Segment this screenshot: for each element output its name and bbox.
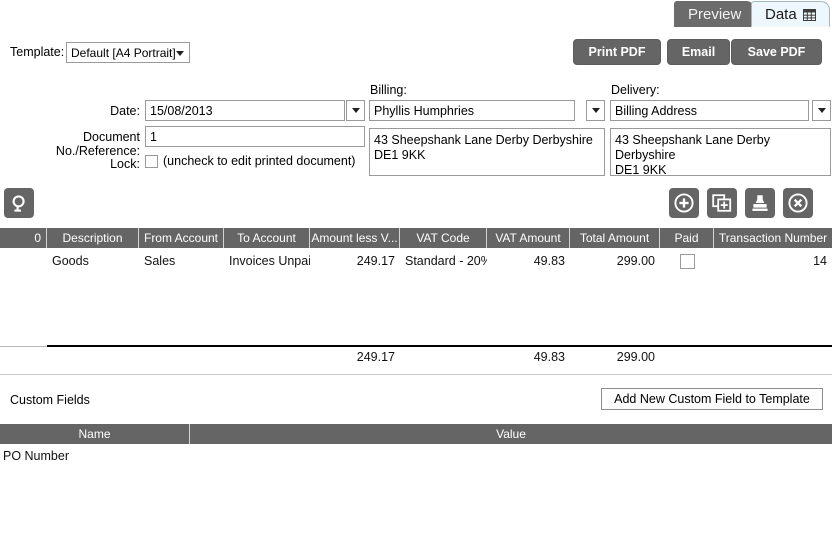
col-header-name[interactable]: Name (0, 424, 190, 444)
col-header-vat-code[interactable]: VAT Code (400, 228, 487, 248)
cell-from-account[interactable]: Sales (139, 248, 224, 274)
transactions-grid-header: 0 Description From Account To Account Am… (0, 228, 832, 248)
billing-contact-input[interactable]: Phyllis Humphries (369, 100, 575, 121)
col-header-total-amount[interactable]: Total Amount (570, 228, 660, 248)
billing-label: Billing: (370, 83, 407, 97)
cell-description[interactable]: Goods (47, 248, 139, 274)
lock-label: Lock: (110, 157, 140, 171)
billing-address-textarea[interactable]: 43 Sheepshank Lane Derby Derbyshire DE1 … (369, 128, 605, 176)
col-header-transaction-number[interactable]: Transaction Number (714, 228, 832, 248)
custom-fields-label: Custom Fields (10, 393, 90, 407)
chevron-down-icon (176, 51, 184, 56)
template-label: Template: (10, 45, 65, 59)
print-pdf-button[interactable]: Print PDF (573, 39, 661, 65)
duplicate-icon[interactable] (707, 188, 737, 218)
cell-vat-amount[interactable]: 49.83 (487, 248, 570, 274)
document-number-label: Document No./Reference: (55, 130, 140, 158)
tab-preview[interactable]: Preview (674, 1, 756, 27)
cell-vat-code[interactable]: Standard - 20% (400, 248, 487, 274)
col-header-from-account[interactable]: From Account (139, 228, 224, 248)
table-row[interactable]: Goods Sales Invoices Unpaid 249.17 Stand… (0, 248, 832, 274)
cell-paid[interactable] (660, 248, 714, 274)
totals-row: 249.17 49.83 299.00 (0, 347, 832, 367)
col-header-paid[interactable]: Paid (660, 228, 714, 248)
lock-checkbox[interactable] (145, 155, 158, 168)
search-icon[interactable] (4, 188, 34, 218)
document-number-input[interactable]: 1 (145, 126, 365, 147)
delete-circle-icon[interactable] (783, 188, 813, 218)
email-button[interactable]: Email (667, 39, 730, 65)
delivery-label: Delivery: (611, 83, 660, 97)
tab-data-label: Data (765, 5, 797, 23)
delivery-dropdown-button[interactable] (812, 100, 831, 121)
col-header-value[interactable]: Value (190, 424, 832, 444)
date-dropdown-button[interactable] (346, 100, 365, 121)
tabstrip: Preview Data (0, 0, 832, 27)
delivery-address-textarea[interactable]: 43 Sheepshank Lane Derby Derbyshire DE1 … (610, 128, 831, 176)
lock-hint-text: (uncheck to edit printed document) (163, 154, 356, 168)
tab-preview-label: Preview (688, 5, 742, 23)
total-total-amount: 299.00 (616, 350, 655, 364)
custom-field-name[interactable]: PO Number (0, 446, 190, 466)
add-custom-field-button[interactable]: Add New Custom Field to Template (601, 388, 823, 410)
add-circle-icon[interactable] (669, 188, 699, 218)
tab-data[interactable]: Data (751, 1, 830, 27)
col-header-to-account[interactable]: To Account (224, 228, 310, 248)
template-select-value: Default [A4 Portrait] (71, 45, 176, 60)
total-amount-less-vat: 249.17 (356, 350, 395, 364)
col-header-description[interactable]: Description (47, 228, 139, 248)
total-vat-amount: 49.83 (533, 350, 565, 364)
billing-dropdown-button[interactable] (586, 100, 605, 121)
cell-transaction-number[interactable]: 14 (714, 248, 832, 274)
date-label: Date: (110, 104, 140, 118)
chevron-down-icon (591, 108, 600, 113)
delivery-contact-input[interactable]: Billing Address (610, 100, 809, 121)
invoice-data-screen: Preview Data Template: Default [A4 Portr… (0, 0, 832, 543)
col-header-index[interactable]: 0 (0, 228, 47, 248)
date-input[interactable]: 15/08/2013 (145, 100, 345, 121)
stamp-icon[interactable] (745, 188, 775, 218)
cell-amount-less-vat[interactable]: 249.17 (310, 248, 400, 274)
cell-total-amount[interactable]: 299.00 (570, 248, 660, 274)
totals-bottom-border (0, 374, 832, 375)
chevron-down-icon (817, 108, 826, 113)
custom-fields-header: Name Value (0, 424, 832, 444)
grid-icon (802, 8, 816, 21)
custom-field-value[interactable] (190, 446, 832, 466)
cell-to-account[interactable]: Invoices Unpaid (224, 248, 310, 274)
custom-field-row[interactable]: PO Number (0, 446, 832, 466)
template-select[interactable]: Default [A4 Portrait] (66, 42, 190, 63)
paid-checkbox[interactable] (679, 253, 695, 269)
col-header-amount-less-vat[interactable]: Amount less V... (310, 228, 400, 248)
chevron-down-icon (351, 108, 360, 113)
col-header-vat-amount[interactable]: VAT Amount (487, 228, 570, 248)
save-pdf-button[interactable]: Save PDF (731, 39, 822, 65)
